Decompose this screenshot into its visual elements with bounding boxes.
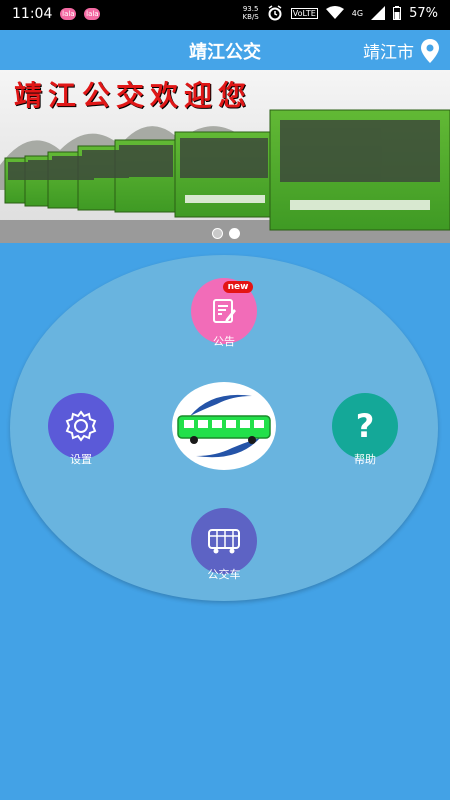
status-left: 11:04 lala lala [12,6,101,22]
notification-app-icon: lala [60,8,77,20]
banner-title: 靖江公交欢迎您 [14,79,253,112]
bus-label: 公交车 [207,568,241,581]
svg-text:?: ? [356,409,375,443]
location-pin-icon [421,38,439,63]
bus-logo [172,382,276,470]
new-badge: new [223,281,253,293]
network-type: 4G [351,8,364,18]
help-button[interactable]: ? [332,393,398,459]
status-bar: 11:04 lala lala 93.5 KB/S VoLTE 4G 57% [0,0,450,30]
notification-app-icon: lala [84,8,101,20]
carousel-indicator [212,228,240,239]
battery-icon [393,6,402,20]
status-time: 11:04 [12,6,53,22]
city-selector[interactable]: 靖江市 [363,38,440,63]
signal-icon [371,6,386,20]
gear-icon [65,410,97,442]
app-header: 靖江公交 靖江市 [0,30,450,70]
network-speed: 93.5 KB/S [243,5,259,21]
battery-level: 57% [409,5,438,21]
carousel-dot[interactable] [212,228,223,239]
wifi-icon [325,6,344,19]
bus-logo-icon [177,394,271,458]
settings-label: 设置 [70,453,92,466]
carousel-dot-active[interactable] [229,228,240,239]
announcement-label: 公告 [213,335,235,348]
network-speed-unit: KB/S [242,13,259,21]
network-speed-value: 93.5 [242,5,259,13]
status-right: 93.5 KB/S VoLTE 4G 57% [243,5,438,21]
city-label: 靖江市 [363,43,414,63]
edit-document-icon [213,299,236,323]
settings-button[interactable] [48,393,114,459]
question-icon: ? [356,409,375,443]
volte-icon: VoLTE [290,7,318,19]
help-label: 帮助 [354,453,376,466]
bus-icon [208,529,240,554]
bus-button[interactable] [191,508,257,574]
alarm-icon [268,5,282,21]
banner-carousel[interactable]: 靖江公交欢迎您 [0,70,450,243]
